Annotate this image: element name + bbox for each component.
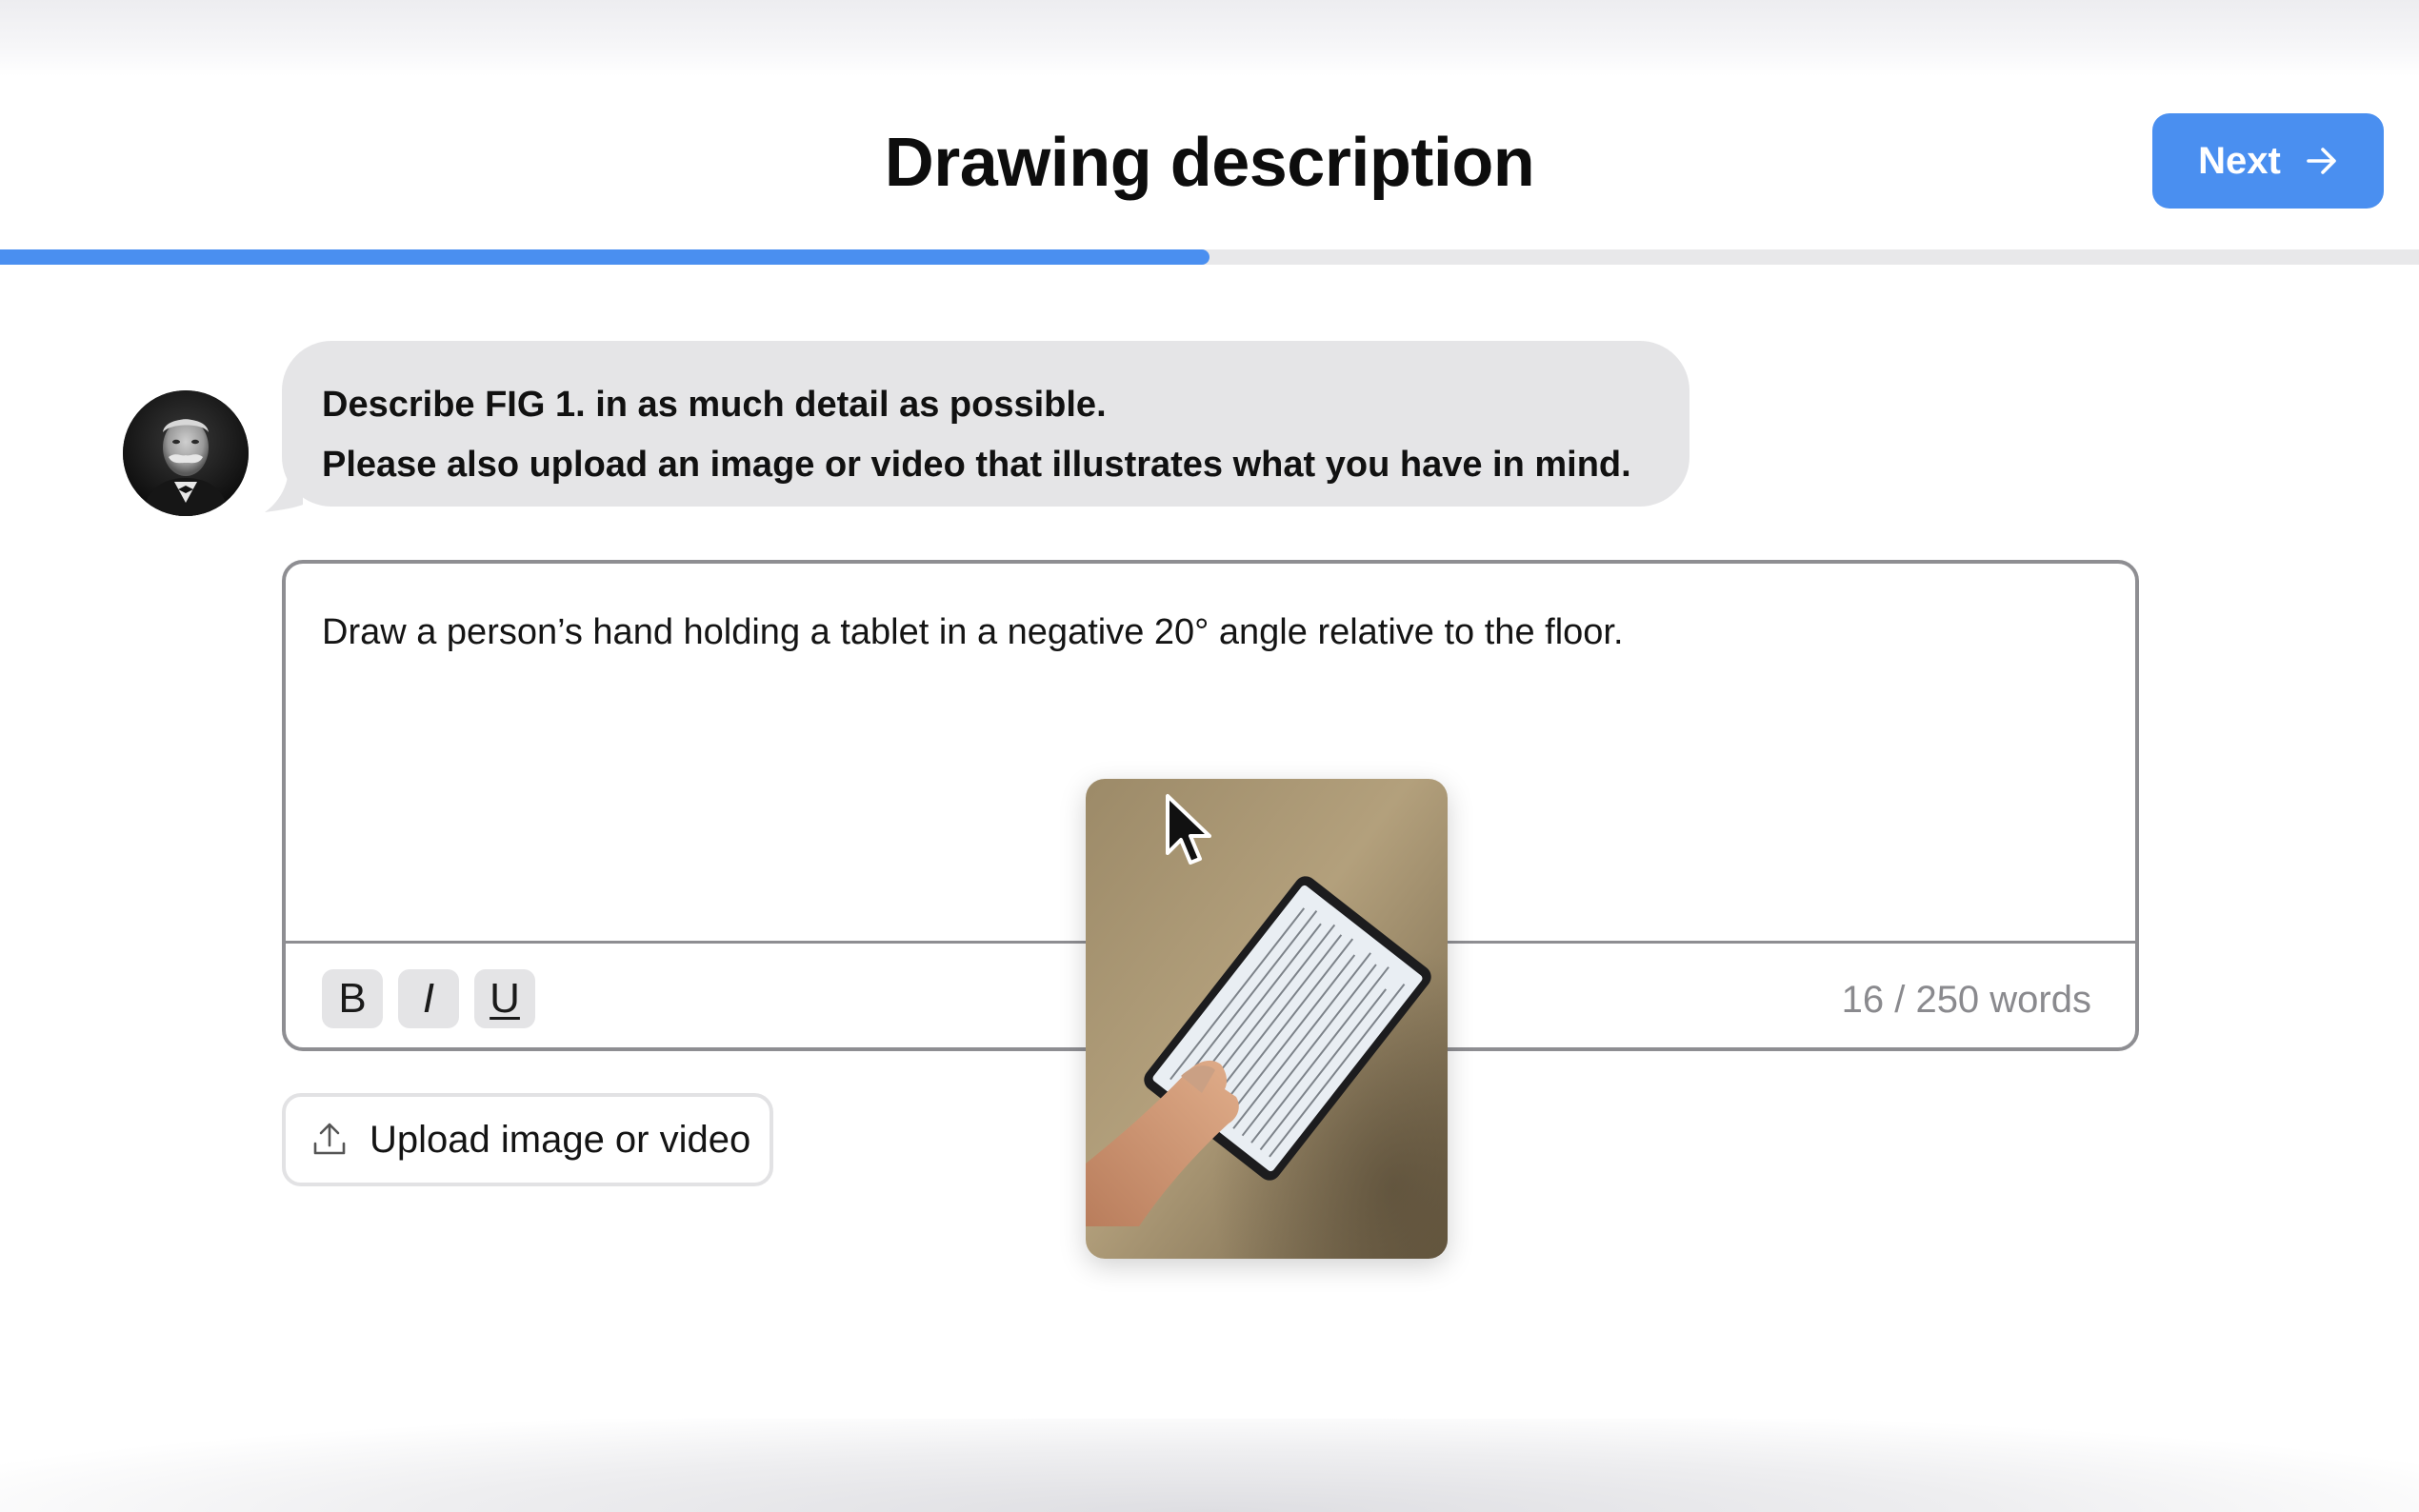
progress-bar-fill [0, 249, 1210, 265]
dragged-image-preview[interactable] [1086, 779, 1448, 1259]
upload-button[interactable]: Upload image or video [282, 1093, 773, 1186]
hand-holding-tablet-photo [1086, 779, 1448, 1259]
prompt-bubble: Describe FIG 1. in as much detail as pos… [282, 341, 1689, 507]
progress-bar [0, 249, 2419, 265]
mouse-cursor-icon [1166, 794, 1211, 865]
upload-icon [310, 1121, 349, 1159]
bold-button[interactable]: B [322, 969, 383, 1028]
portrait-avatar-image [123, 390, 249, 516]
page-title: Drawing description [884, 125, 1535, 201]
arrow-right-icon [2306, 147, 2338, 175]
upload-button-label: Upload image or video [370, 1118, 751, 1161]
avatar [123, 390, 249, 516]
next-button-label: Next [2198, 139, 2281, 182]
word-count: 16 / 250 words [1841, 979, 2091, 1021]
bottom-backdrop [0, 1419, 2419, 1512]
top-backdrop [0, 0, 2419, 76]
underline-button[interactable]: U [474, 969, 535, 1028]
description-text[interactable]: Draw a person’s hand holding a tablet in… [322, 609, 1624, 655]
prompt-line-2: Please also upload an image or video tha… [322, 445, 1631, 485]
italic-button[interactable]: I [398, 969, 459, 1028]
next-button[interactable]: Next [2152, 113, 2384, 209]
prompt-line-1: Describe FIG 1. in as much detail as pos… [322, 385, 1107, 425]
bubble-tail [265, 476, 303, 512]
